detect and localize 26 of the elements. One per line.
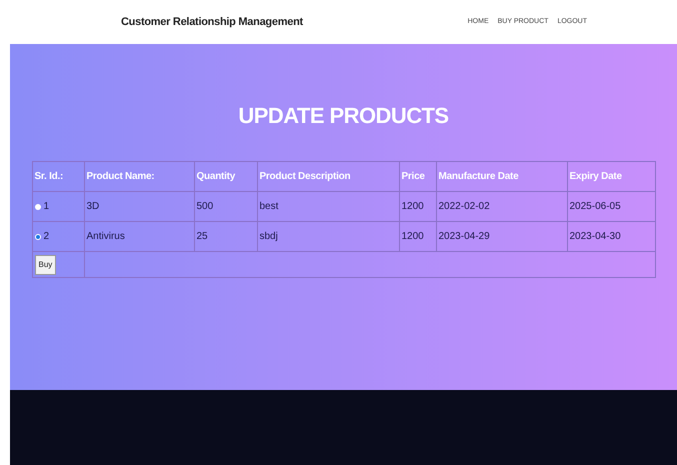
column-header: Manufacture Date bbox=[436, 162, 567, 192]
column-header: Expiry Date bbox=[567, 162, 655, 192]
column-header: Product Description bbox=[257, 162, 399, 192]
table-cell: 2023-04-29 bbox=[436, 222, 567, 252]
buy-button[interactable]: Buy bbox=[34, 254, 56, 274]
radio-button[interactable] bbox=[34, 204, 40, 210]
column-header: Sr. Id.: bbox=[32, 162, 84, 192]
table-cell: 25 bbox=[194, 222, 257, 252]
radio-button[interactable] bbox=[34, 234, 40, 240]
column-header: Quantity bbox=[194, 162, 257, 192]
table-cell: 1200 bbox=[399, 192, 436, 222]
brand-title: Customer Relationship Management bbox=[121, 14, 303, 30]
row-id: 2 bbox=[44, 230, 50, 244]
table-cell: best bbox=[257, 192, 399, 222]
table-cell: 1200 bbox=[399, 222, 436, 252]
table-cell: 2025-06-05 bbox=[567, 192, 655, 222]
table-cell: 500 bbox=[194, 192, 257, 222]
page-title: UPDATE PRODUCTS bbox=[238, 102, 449, 130]
table-cell: Antivirus bbox=[84, 222, 194, 252]
table-cell: 3D bbox=[84, 192, 194, 222]
table-cell: 2023-04-30 bbox=[567, 222, 655, 252]
column-header: Product Name: bbox=[84, 162, 194, 192]
column-header: Price bbox=[399, 162, 436, 192]
table-cell: sbdj bbox=[257, 222, 399, 252]
row-id: 1 bbox=[44, 200, 50, 214]
table-cell: 2022-02-02 bbox=[436, 192, 567, 222]
